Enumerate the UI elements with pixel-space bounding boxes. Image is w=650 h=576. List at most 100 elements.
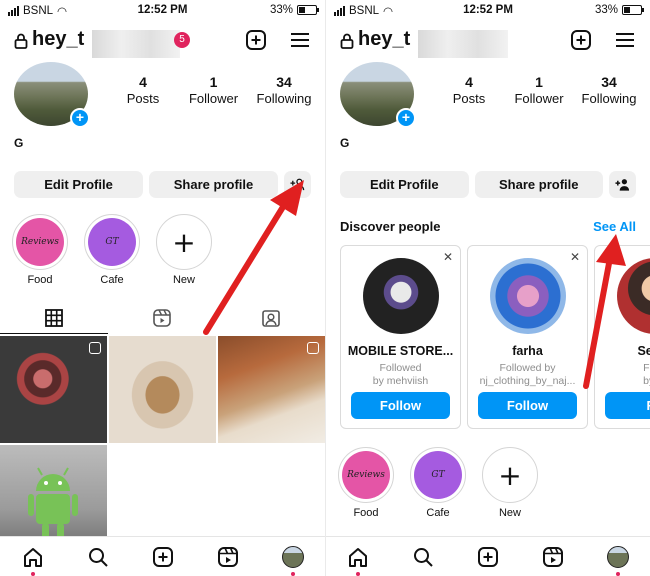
highlight-food[interactable]: Reviews Food [12,214,68,286]
suggestion-card[interactable]: Semo Follo by m Fo [594,245,650,429]
highlight-label: New [172,274,195,286]
stat-label: Follower [188,91,239,106]
dismiss-icon[interactable]: ✕ [570,250,580,264]
left-screenshot: BSNL ◠ 12:52 PM 33% hey_t 5 + 4 Posts 1 Fo… [0,0,325,576]
bottom-navigation [326,536,650,576]
share-profile-button[interactable]: Share profile [149,171,278,198]
add-story-icon[interactable]: + [70,108,90,128]
post-thumbnail[interactable] [109,336,216,443]
posts-grid [0,336,325,552]
followed-by-text: by mehviish [372,375,429,387]
create-icon [477,546,498,567]
battery-icon [297,5,319,15]
menu-icon[interactable] [614,29,636,51]
share-profile-button[interactable]: Share profile [474,171,603,198]
nav-reels[interactable] [540,544,566,570]
display-name: G [340,136,350,150]
profile-actions: Edit Profile Share profile [340,171,636,198]
profile-nav-icon [606,545,629,568]
discover-title: Discover people [340,219,441,234]
status-bar: BSNL ◠ 12:52 PM 33% [326,0,650,22]
highlight-new[interactable]: + New [482,447,538,519]
nav-reels[interactable] [215,544,241,570]
highlight-cover: GT [88,218,136,266]
add-story-icon[interactable]: + [396,108,416,128]
stat-followers[interactable]: 1 Follower [504,74,574,106]
suggestion-name: MOBILE STORE... [347,344,454,358]
highlight-new[interactable]: + New [156,214,212,286]
android-figure-icon [28,467,78,539]
highlight-cover: GT [414,451,462,499]
highlight-cafe[interactable]: GT Cafe [410,447,466,519]
see-all-link[interactable]: See All [593,219,636,234]
nav-search[interactable] [85,544,111,570]
suggestion-card[interactable]: ✕ farha Followed by nj_clothing_by_naj..… [467,245,588,429]
new-post-icon[interactable] [570,29,592,51]
notification-dot [290,571,295,576]
nav-search[interactable] [410,544,436,570]
followed-by-text: by m [643,375,650,387]
lock-icon [340,33,354,49]
suggestion-avatar [362,258,439,334]
suggestion-avatar [616,258,650,334]
highlight-food[interactable]: Reviews Food [338,447,394,519]
suggestion-avatar [489,258,566,334]
carousel-indicator-icon [307,342,319,354]
edit-profile-button[interactable]: Edit Profile [14,171,143,198]
search-icon [88,547,108,567]
new-post-icon[interactable] [245,29,267,51]
nav-home[interactable] [20,544,46,576]
stat-value: 34 [601,74,617,90]
profile-header: hey_t 5 [14,28,311,58]
nav-create[interactable] [150,544,176,570]
post-thumbnail[interactable] [0,336,107,443]
post-thumbnail[interactable] [218,336,325,443]
nav-profile[interactable] [280,544,306,576]
notification-dot [356,571,361,576]
username-redaction [418,30,508,58]
stat-followers[interactable]: 1 Follower [179,74,249,106]
nav-profile[interactable] [605,544,631,576]
stat-following[interactable]: 34 Following [249,74,319,106]
profile-avatar[interactable]: + [14,62,90,128]
highlight-label: Cafe [100,274,124,286]
status-bar: BSNL ◠ 12:52 PM 33% [0,0,325,22]
follow-button[interactable]: Follow [351,392,450,419]
stat-following[interactable]: 34 Following [574,74,644,106]
profile-actions: Edit Profile Share profile [14,171,311,198]
stat-posts[interactable]: 4 Posts [434,74,504,106]
dismiss-icon[interactable]: ✕ [443,250,453,264]
follow-button[interactable]: Fo [605,392,650,419]
stat-label: Posts [126,91,160,106]
profile-stats: 4 Posts 1 Follower 34 Following [434,74,644,106]
battery-percent: 33% [594,4,618,16]
follow-button[interactable]: Follow [478,392,577,419]
profile-avatar[interactable]: + [340,62,416,128]
edit-profile-button[interactable]: Edit Profile [340,171,469,198]
discover-people-button[interactable] [284,171,311,198]
right-screenshot: BSNL ◠ 12:52 PM 33% hey_t + 4 Posts 1 Foll… [325,0,650,576]
notification-badge: 5 [174,32,190,48]
tab-tagged[interactable] [217,302,325,334]
stat-posts[interactable]: 4 Posts [108,74,178,106]
grid-icon [45,308,64,327]
stat-label: Following [256,91,312,106]
lock-icon [14,33,28,49]
tab-reels[interactable] [108,302,216,334]
suggestion-name: farha [512,344,543,358]
tab-posts[interactable] [0,302,109,334]
notification-dot [615,571,620,576]
username[interactable]: hey_t [358,28,410,51]
highlight-cafe[interactable]: GT Cafe [84,214,140,286]
search-icon [414,547,433,567]
menu-icon[interactable] [289,29,311,51]
nav-create[interactable] [475,544,501,570]
username[interactable]: hey_t [32,28,84,51]
stat-label: Follower [514,91,564,106]
plus-icon: + [172,225,196,259]
display-name: G [14,136,24,150]
suggestion-card[interactable]: ✕ MOBILE STORE... Followed by mehviish F… [340,245,461,429]
discover-people-button[interactable] [609,171,636,198]
nav-home[interactable] [345,544,371,576]
battery-icon [622,5,644,15]
